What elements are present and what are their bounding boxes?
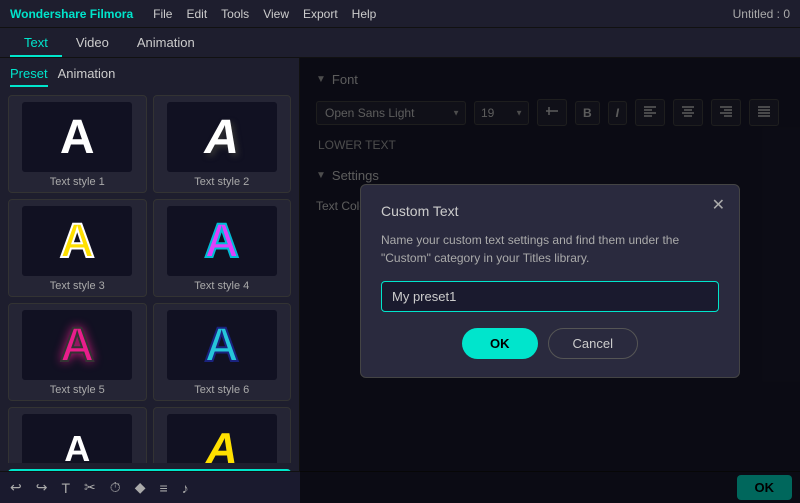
style-item-2[interactable]: A Text style 2 [153,95,292,193]
left-panel: Preset Animation A Text style 1 A Text s… [0,58,300,503]
menu-export[interactable]: Export [303,7,338,21]
clock-icon[interactable]: ⏱ [110,479,121,496]
style-letter-7: A [64,428,90,463]
main-tabbar: Text Video Animation [0,28,800,58]
modal-description: Name your custom text settings and find … [381,231,719,267]
diamond-icon[interactable]: ◆ [135,479,146,496]
styles-grid: A Text style 1 A Text style 2 A Text sty… [0,87,299,463]
style-label-1: Text style 1 [50,176,105,188]
audio-icon[interactable]: ♪ [182,480,189,496]
menu-file[interactable]: File [153,7,172,21]
tab-animation[interactable]: Animation [123,30,209,57]
style-item-1[interactable]: A Text style 1 [8,95,147,193]
style-item-8[interactable]: A Text style 8 [153,407,292,463]
modal-buttons: OK Cancel [381,328,719,359]
undo-icon[interactable]: ↩ [10,479,22,496]
style-label-4: Text style 4 [194,280,249,292]
style-item-6[interactable]: A Text style 6 [153,303,292,401]
modal-title: Custom Text [381,203,719,219]
style-label-5: Text style 5 [50,384,105,396]
modal-preset-name-input[interactable] [381,281,719,312]
style-preview-5: A [22,310,132,380]
style-item-5[interactable]: A Text style 5 [8,303,147,401]
style-preview-8: A [167,414,277,463]
modal-cancel-button[interactable]: Cancel [548,328,638,359]
custom-text-modal: Custom Text ✕ Name your custom text sett… [360,184,740,378]
style-letter-5: A [60,318,95,373]
style-label-3: Text style 3 [50,280,105,292]
menu-view[interactable]: View [263,7,289,21]
style-label-6: Text style 6 [194,384,249,396]
modal-close-button[interactable]: ✕ [712,195,725,215]
sub-tab-animation[interactable]: Animation [58,66,116,87]
style-letter-8: A [206,424,238,463]
style-letter-3: A [60,214,95,269]
tab-video[interactable]: Video [62,30,123,57]
tab-text[interactable]: Text [10,30,62,57]
menu-bar: File Edit Tools View Export Help [153,7,732,21]
right-panel: ▼ Font Open Sans Light 19 B I [300,58,800,503]
text-icon[interactable]: T [61,480,70,496]
window-title: Untitled : 0 [733,7,790,21]
main-content: Preset Animation A Text style 1 A Text s… [0,58,800,503]
sub-tab-preset[interactable]: Preset [10,66,48,87]
title-bar: Wondershare Filmora File Edit Tools View… [0,0,800,28]
menu-help[interactable]: Help [352,7,377,21]
style-preview-3: A [22,206,132,276]
style-letter-2: A [204,110,239,165]
sub-tab-bar: Preset Animation [0,58,299,87]
style-item-3[interactable]: A Text style 3 [8,199,147,297]
style-preview-2: A [167,102,277,172]
style-item-4[interactable]: A Text style 4 [153,199,292,297]
style-letter-6: A [204,318,239,373]
menu-edit[interactable]: Edit [186,7,207,21]
redo-icon[interactable]: ↪ [36,479,48,496]
style-preview-6: A [167,310,277,380]
cut-icon[interactable]: ✂ [84,479,96,496]
style-item-7[interactable]: A Text style 7 [8,407,147,463]
style-label-2: Text style 2 [194,176,249,188]
modal-overlay: Custom Text ✕ Name your custom text sett… [300,58,800,503]
style-letter-1: A [60,110,95,165]
modal-ok-button[interactable]: OK [462,328,538,359]
style-letter-4: A [204,214,239,269]
menu-tools[interactable]: Tools [221,7,249,21]
style-preview-4: A [167,206,277,276]
settings-icon[interactable]: ≡ [159,480,167,496]
style-preview-1: A [22,102,132,172]
style-preview-7: A [22,414,132,463]
app-logo: Wondershare Filmora [10,7,133,21]
